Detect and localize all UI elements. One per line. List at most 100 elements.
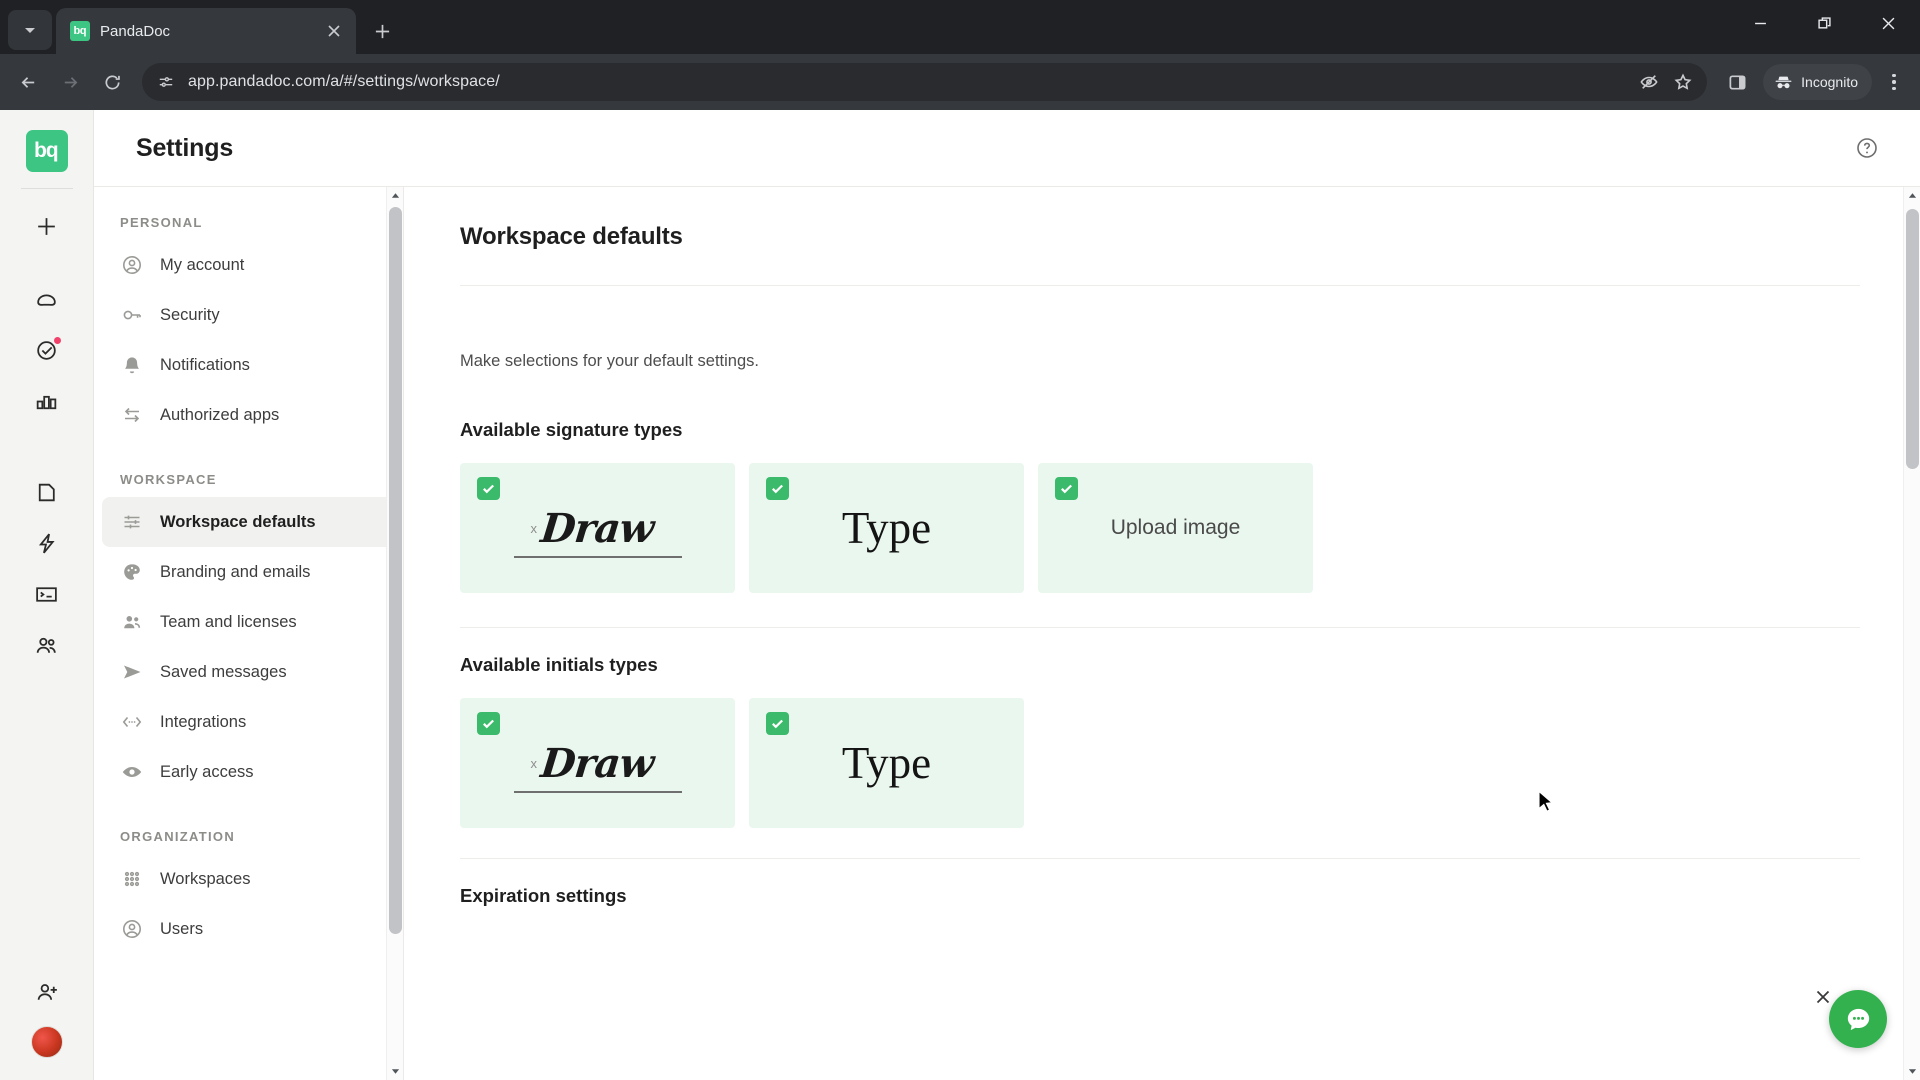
restore-icon[interactable]: [1792, 0, 1856, 46]
tracking-protection-icon[interactable]: [1633, 66, 1665, 98]
checkbox-checked-icon[interactable]: [477, 712, 500, 735]
scroll-up-icon[interactable]: [387, 187, 403, 204]
checkbox-checked-icon[interactable]: [766, 477, 789, 500]
initials-types-cards: x Draw Type: [460, 698, 1860, 828]
reload-icon[interactable]: [92, 62, 132, 102]
scroll-down-icon[interactable]: [387, 1063, 403, 1080]
sidebar-item-label: Workspaces: [160, 869, 251, 888]
signature-line: [513, 790, 682, 793]
site-settings-icon[interactable]: [152, 68, 180, 96]
workspace-defaults-panel: Workspace defaults Make selections for y…: [404, 187, 1920, 1080]
initials-section-divider: [460, 858, 1860, 859]
send-icon: [120, 660, 144, 684]
initials-card-type[interactable]: Type: [749, 698, 1024, 828]
sidebar-item-security[interactable]: Security: [102, 290, 395, 340]
sidebar-item-my-account[interactable]: My account: [102, 240, 395, 290]
url-text: app.pandadoc.com/a/#/settings/workspace/: [188, 73, 500, 90]
sidebar-item-label: Integrations: [160, 712, 247, 731]
main-scrollbar-thumb[interactable]: [1906, 209, 1919, 469]
chat-close-icon[interactable]: [1812, 986, 1834, 1008]
draw-x-mark: x: [530, 520, 538, 536]
chat-bubble-icon[interactable]: [1829, 990, 1887, 1048]
pandadoc-logo-icon[interactable]: pd: [25, 130, 68, 172]
rail-bottom-group: [0, 969, 94, 1058]
draw-preview: x Draw: [503, 499, 693, 558]
user-avatar[interactable]: [31, 1026, 63, 1058]
rail-divider: [20, 188, 73, 189]
quick-actions-lightning-icon[interactable]: [24, 520, 70, 566]
browser-toolbar: app.pandadoc.com/a/#/settings/workspace/: [0, 54, 1920, 110]
sidebar-item-workspace-defaults[interactable]: Workspace defaults: [102, 497, 395, 547]
sidebar-item-users[interactable]: Users: [102, 904, 395, 954]
address-bar-actions: [1633, 66, 1699, 98]
close-window-icon[interactable]: [1856, 0, 1920, 46]
checkbox-checked-icon[interactable]: [477, 477, 500, 500]
sidebar-item-label: Security: [160, 305, 220, 324]
browser-tab[interactable]: pd PandaDoc: [56, 8, 356, 54]
tab-search-icon[interactable]: [8, 10, 52, 50]
section-lead-text: Make selections for your default setting…: [460, 352, 759, 370]
sidebar-item-branding-and-emails[interactable]: Branding and emails: [102, 547, 395, 597]
bookmark-star-icon[interactable]: [1667, 66, 1699, 98]
nav-group-personal: PERSONAL: [120, 215, 203, 230]
signature-line: [513, 555, 682, 558]
forward-arrow-icon[interactable]: [50, 62, 90, 102]
settings-nav: PERSONAL My account Security Notificatio…: [94, 186, 404, 1080]
person-circle-icon: [120, 253, 144, 277]
sidebar-item-integrations[interactable]: Integrations: [102, 697, 395, 747]
code-brackets-icon: [120, 710, 144, 734]
sidebar-item-label: Notifications: [160, 355, 250, 374]
close-tab-icon[interactable]: [322, 19, 346, 43]
incognito-profile-chip[interactable]: Incognito: [1763, 64, 1872, 100]
reporting-bar-chart-icon[interactable]: [24, 378, 70, 424]
forms-icon[interactable]: [24, 571, 70, 617]
checkbox-checked-icon[interactable]: [1055, 477, 1078, 500]
sidebar-item-team-and-licenses[interactable]: Team and licenses: [102, 597, 395, 647]
app-rail: pd: [0, 110, 94, 1080]
signature-card-upload-image[interactable]: Upload image: [1038, 463, 1313, 593]
documents-icon[interactable]: [24, 469, 70, 515]
initials-card-draw[interactable]: x Draw: [460, 698, 735, 828]
contacts-people-icon[interactable]: [24, 622, 70, 668]
settings-body: PERSONAL My account Security Notificatio…: [94, 186, 1920, 1080]
tab-title: PandaDoc: [100, 22, 171, 40]
signature-card-type[interactable]: Type: [749, 463, 1024, 593]
pandadoc-favicon-icon: pd: [70, 21, 90, 41]
question-circle-icon[interactable]: [1850, 131, 1884, 165]
sidebar-item-notifications[interactable]: Notifications: [102, 340, 395, 390]
sidebar-item-early-access[interactable]: Early access: [102, 747, 395, 797]
back-arrow-icon[interactable]: [8, 62, 48, 102]
page-title: Settings: [136, 133, 234, 162]
new-tab-icon[interactable]: [364, 13, 400, 49]
scroll-up-icon[interactable]: [1904, 187, 1920, 204]
side-panel-icon[interactable]: [1717, 62, 1757, 102]
create-new-plus-icon[interactable]: [24, 203, 70, 249]
initials-card-label: Draw: [538, 739, 657, 787]
sidebar-item-label: Team and licenses: [160, 612, 297, 631]
address-bar[interactable]: app.pandadoc.com/a/#/settings/workspace/: [142, 63, 1708, 101]
nav-scrollbar-thumb[interactable]: [389, 207, 402, 934]
main-scrollbar[interactable]: [1903, 187, 1920, 1080]
favicon-label: pd: [73, 25, 87, 37]
draw-x-mark: x: [530, 755, 538, 771]
nav-scrollbar[interactable]: [386, 187, 403, 1080]
invite-user-person-add-icon[interactable]: [24, 969, 70, 1015]
minimize-icon[interactable]: [1728, 0, 1792, 46]
signature-card-label: Draw: [538, 504, 657, 552]
signature-card-label: Upload image: [1110, 516, 1241, 539]
sidebar-item-saved-messages[interactable]: Saved messages: [102, 647, 395, 697]
sidebar-item-authorized-apps[interactable]: Authorized apps: [102, 390, 395, 440]
settings-area: Settings PERSONAL My account Security No…: [94, 110, 1920, 1080]
sidebar-item-workspaces[interactable]: Workspaces: [102, 854, 395, 904]
palette-icon: [120, 560, 144, 584]
scroll-down-icon[interactable]: [1904, 1063, 1920, 1080]
incognito-icon: [1775, 76, 1792, 88]
home-icon[interactable]: [24, 276, 70, 322]
signature-card-draw[interactable]: x Draw: [460, 463, 735, 593]
bell-icon: [120, 353, 144, 377]
checkbox-checked-icon[interactable]: [766, 712, 789, 735]
sidebar-item-label: Early access: [160, 762, 254, 781]
expiration-settings-heading: Expiration settings: [460, 885, 627, 906]
tasks-check-circle-icon[interactable]: [24, 327, 70, 373]
three-dot-menu-icon[interactable]: [1876, 64, 1912, 100]
